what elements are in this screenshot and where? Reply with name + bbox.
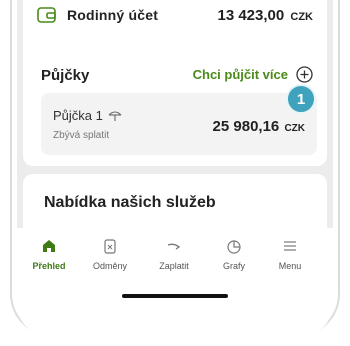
tab-prehled[interactable]: Přehled [19,238,79,271]
home-icon [43,240,55,252]
services-title: Nabídka našich služeb [44,194,216,211]
loans-card: Půjčky Chci půjčit více Půjčka 1 Zbývá s… [23,46,327,166]
tab-label: Přehled [32,261,66,271]
account-row[interactable]: Rodinný účet 13 423,00 CZK [37,2,313,28]
tab-zaplatit[interactable]: Zaplatit [144,238,204,271]
app-screen: Rodinný účet 13 423,00 CZK Půjčky Chci p… [17,0,333,336]
chart-icon [227,240,241,254]
loan-amount: 25 980,16 CZK [212,118,305,135]
tutorial-step-badge[interactable]: 1 [286,84,316,114]
account-balance: 13 423,00 CZK [217,6,313,24]
loan-name: Půjčka 1 [53,108,122,123]
account-name: Rodinný účet [67,7,159,23]
borrow-more-label: Chci půjčit více [192,67,288,82]
wallet-icon [37,7,56,23]
tab-grafy[interactable]: Grafy [204,238,264,271]
loan-subtitle: Zbývá splatit [53,130,110,141]
umbrella-icon [108,110,122,121]
tab-label: Zaplatit [159,261,189,271]
plus-circle-icon [296,66,313,83]
tab-label: Odměny [92,261,127,271]
borrow-more-link[interactable]: Chci půjčit více [193,66,313,83]
tab-label: Grafy [222,261,245,271]
loan-item[interactable]: Půjčka 1 Zbývá splatit 25 980,16 CZK [41,93,317,155]
transfer-icon [167,243,181,250]
bottom-tab-bar: Přehled Odměny Zaplatit Grafy Menu [17,228,333,336]
tab-odmeny[interactable]: Odměny [80,238,140,271]
rewards-icon [104,239,116,254]
tab-label: Menu [278,261,302,271]
tab-menu[interactable]: Menu [260,238,320,271]
loans-title: Půjčky [41,67,90,84]
menu-icon [284,241,296,251]
home-indicator[interactable] [122,294,228,298]
